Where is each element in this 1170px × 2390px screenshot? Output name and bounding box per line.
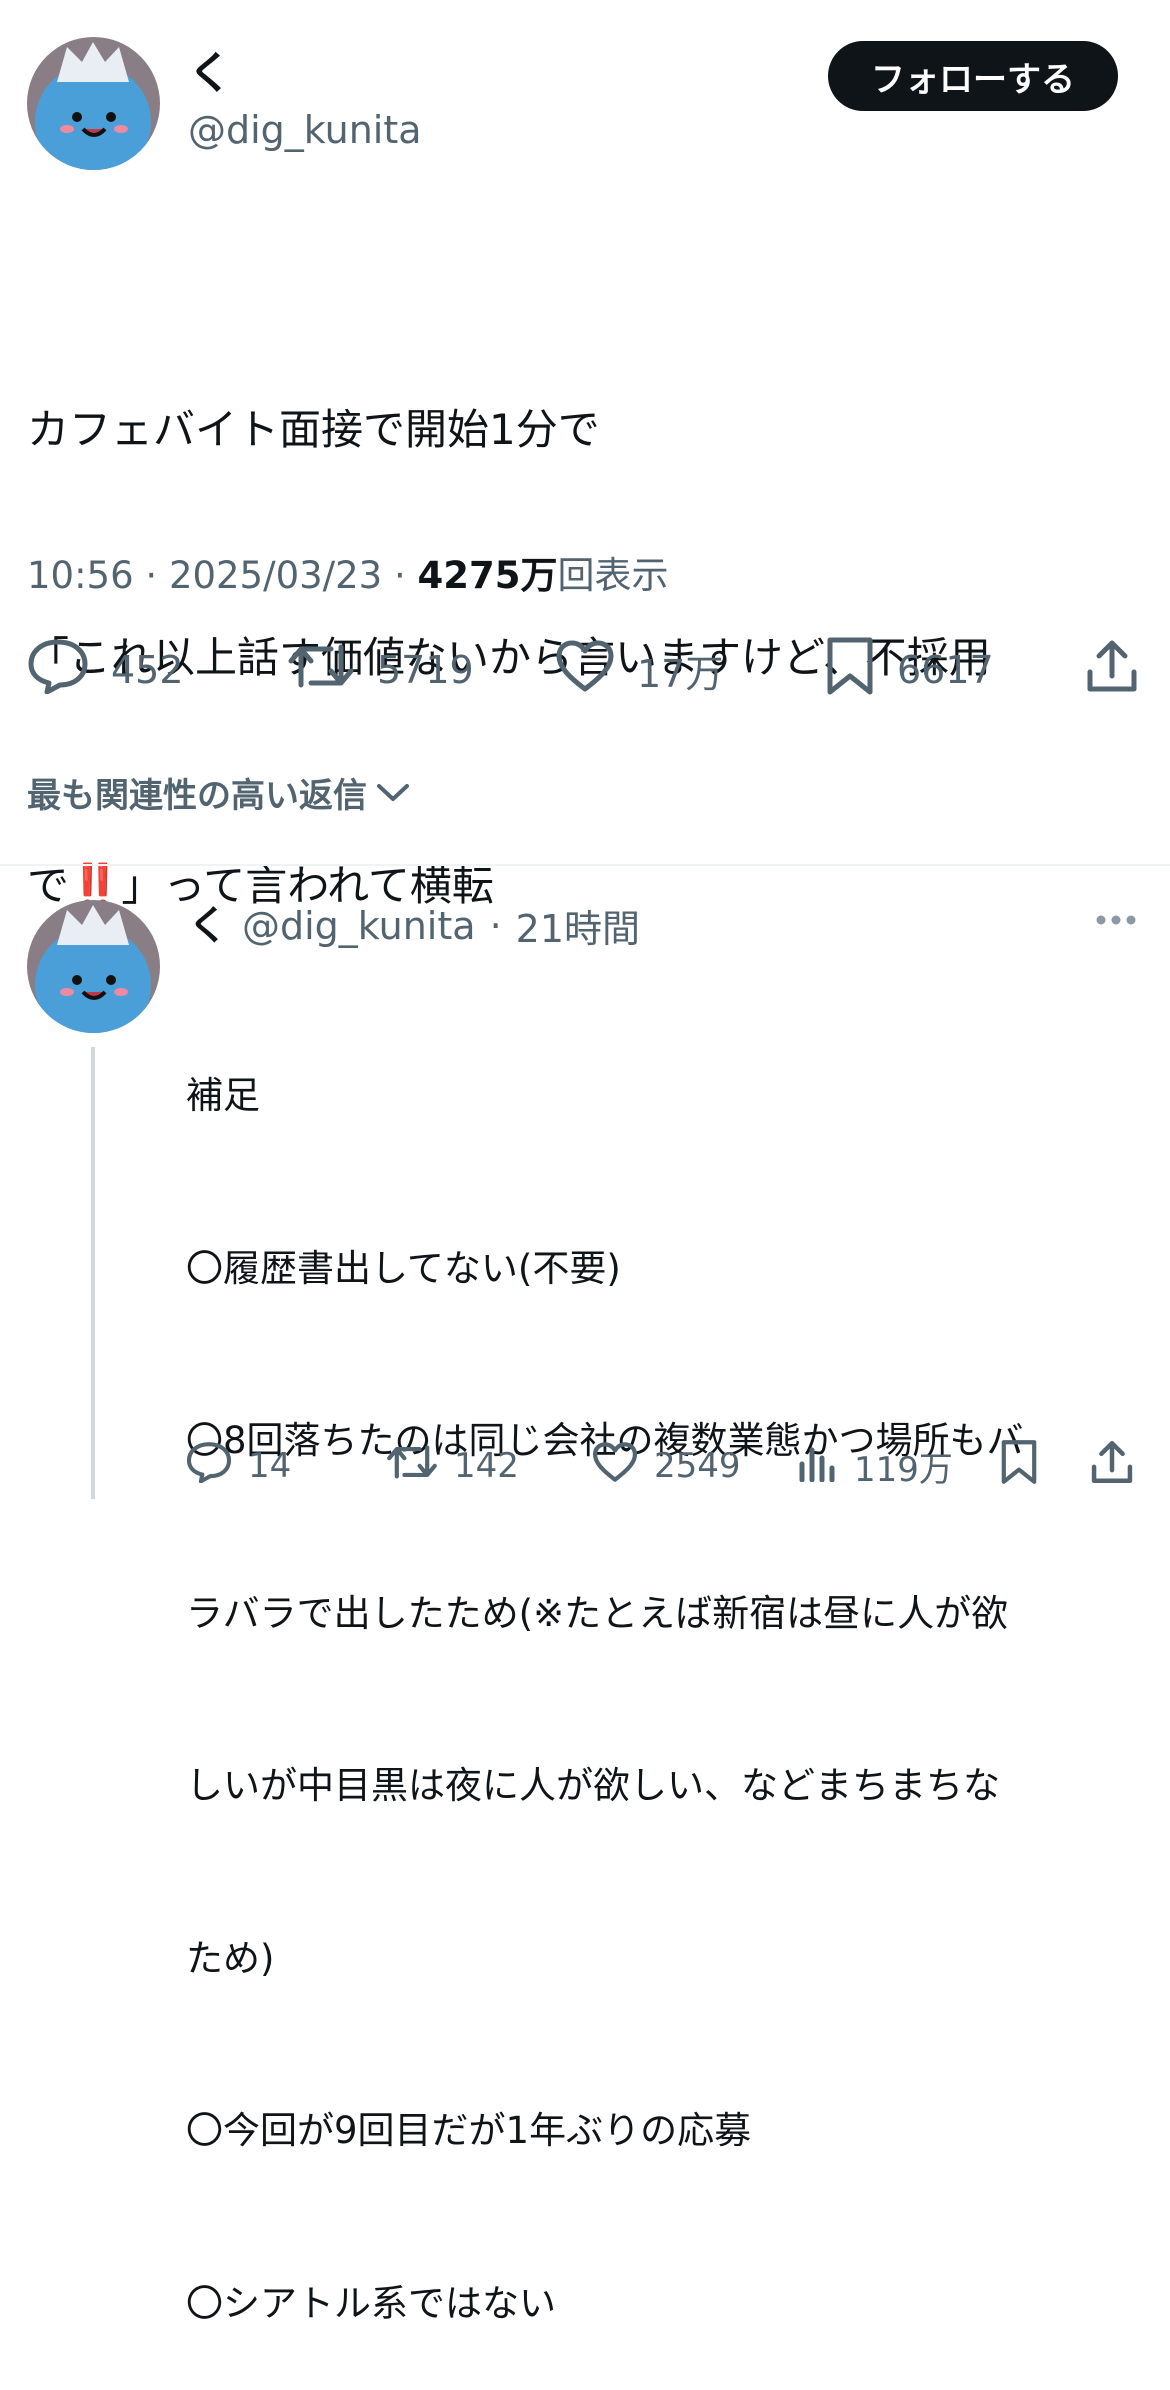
tweet-time[interactable]: 10:56 <box>27 554 134 597</box>
bookmark-icon <box>1000 1438 1038 1495</box>
follow-button-label: フォローする <box>871 59 1075 100</box>
share-icon <box>1085 638 1139 703</box>
retweet-count: 5719 <box>377 648 474 692</box>
author-name[interactable]: く <box>188 52 232 96</box>
author-avatar[interactable] <box>27 37 160 170</box>
meta-separator: · <box>489 903 502 948</box>
reply-sort-dropdown[interactable]: 最も関連性の高い返信 <box>27 768 411 817</box>
more-options-icon[interactable] <box>1094 912 1138 932</box>
reply-reply-count: 14 <box>248 1446 292 1486</box>
reply-text-line: 〇シアトル系ではない <box>186 2281 556 2325</box>
reply-text-line: ラバラで出したため(※たとえば新宿は昼に人が欲 <box>186 1591 1009 1635</box>
views-label: 回表示 <box>557 554 669 597</box>
analytics-bars-icon <box>798 1442 838 1491</box>
reply-like-button[interactable]: 2549 <box>592 1436 741 1496</box>
reply-button[interactable]: 452 <box>27 635 184 705</box>
reply-text-line: 〇今回が9回目だが1年ぶりの応募 <box>186 2109 752 2152</box>
reply-author-name[interactable]: く <box>188 906 228 946</box>
tweet-meta: 10:56 · 2025/03/23 · 4275万回表示 <box>27 545 668 599</box>
reply-icon <box>27 638 89 703</box>
reply-views-count: 119万 <box>854 1449 953 1490</box>
tweet-text-line: カフェバイト面接で開始1分で <box>27 405 600 454</box>
reply-share-button[interactable] <box>1090 1436 1134 1496</box>
meta-separator: · <box>393 554 418 597</box>
retweet-icon <box>287 641 355 700</box>
reply-header: く @dig_kunita · 21時間 <box>188 898 640 953</box>
heart-icon <box>555 639 615 702</box>
reply-count: 452 <box>111 648 184 692</box>
reply-action-bar: 14 142 2549 119万 <box>186 1436 1146 1496</box>
views-count: 4275万 <box>417 554 558 597</box>
follow-button[interactable]: フォローする <box>828 41 1118 111</box>
section-divider <box>0 864 1170 866</box>
heart-icon <box>592 1441 638 1492</box>
bookmark-icon <box>825 636 875 705</box>
reply-views-button[interactable]: 119万 <box>798 1436 953 1496</box>
reply-retweet-button[interactable]: 142 <box>386 1436 519 1496</box>
bookmark-button[interactable]: 6617 <box>825 635 994 705</box>
author-handle[interactable]: @dig_kunita <box>188 108 422 152</box>
share-button[interactable] <box>1085 635 1139 705</box>
reply-bookmark-button[interactable] <box>1000 1436 1038 1496</box>
reply-text-line: ため) <box>186 1936 275 1980</box>
like-button[interactable]: 17万 <box>555 635 723 705</box>
bookmark-count: 6617 <box>897 648 994 692</box>
reply-text: 補足 〇履歴書出してない(不要) 〇8回落ちたのは同じ会社の複数業態かつ場所もバ… <box>186 952 1146 2390</box>
reply-reply-button[interactable]: 14 <box>186 1436 291 1496</box>
chevron-down-icon <box>375 773 411 813</box>
reply-author-avatar[interactable] <box>27 900 160 1033</box>
meta-separator: · <box>145 554 169 597</box>
reply-retweet-count: 142 <box>454 1446 519 1486</box>
reply-text-line: 補足 <box>186 1074 260 1117</box>
reply-author-handle[interactable]: @dig_kunita <box>242 904 476 948</box>
tweet-action-bar: 452 5719 17万 6617 <box>27 635 1147 705</box>
reply-text-line: しいが中目黒は夜に人が欲しい、などまちまちな <box>186 1764 1000 1807</box>
like-count: 17万 <box>637 651 724 696</box>
tweet-text-fragment: で <box>27 861 70 910</box>
reply-icon <box>186 1441 232 1492</box>
tweet-date[interactable]: 2025/03/23 <box>169 554 382 597</box>
reply-like-count: 2549 <box>654 1446 741 1486</box>
tweet-text: カフェバイト面接で開始1分で 「これ以上話す価値ないから言いますけど、不採用 で… <box>27 240 1147 1000</box>
reply-text-line: 〇履歴書出してない(不要) <box>186 1246 621 1290</box>
share-icon <box>1090 1439 1134 1494</box>
reply-sort-label: 最も関連性の高い返信 <box>27 776 367 816</box>
reply-time-ago[interactable]: 21時間 <box>516 898 640 953</box>
thread-connector-line <box>91 1047 95 1499</box>
retweet-button[interactable]: 5719 <box>287 635 474 705</box>
retweet-icon <box>386 1443 438 1490</box>
